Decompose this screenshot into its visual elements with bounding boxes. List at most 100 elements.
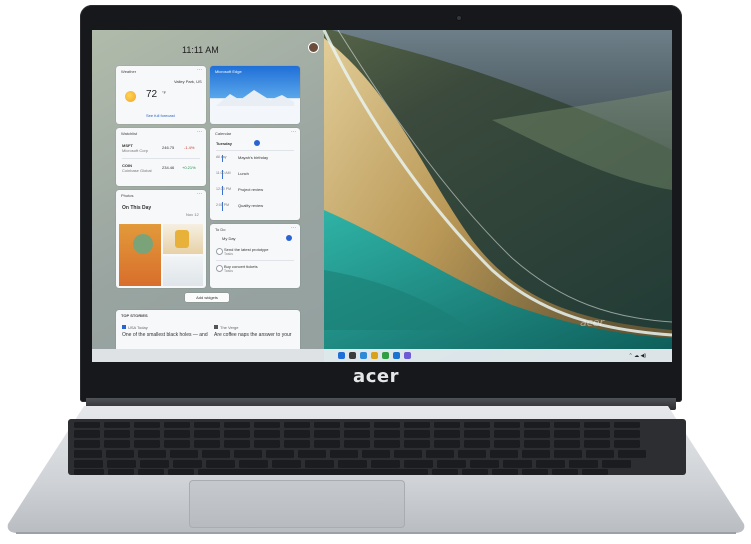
keyboard-key[interactable] xyxy=(584,430,610,437)
keyboard-key[interactable] xyxy=(614,430,640,437)
event-label[interactable]: Mayah's birthday xyxy=(238,155,268,160)
taskbar-app-icon[interactable] xyxy=(338,352,345,359)
news-headline[interactable]: One of the smallest black holes — and xyxy=(122,332,208,338)
keyboard-key[interactable] xyxy=(584,422,610,427)
keyboard-key[interactable] xyxy=(74,440,100,447)
keyboard-key[interactable] xyxy=(138,469,164,474)
keyboard-key[interactable] xyxy=(554,422,580,427)
keyboard-key[interactable] xyxy=(164,440,190,447)
keyboard-key[interactable] xyxy=(362,450,390,457)
taskbar-app-icon[interactable] xyxy=(393,352,400,359)
more-icon[interactable]: ··· xyxy=(197,191,202,197)
taskbar-app-icon[interactable] xyxy=(360,352,367,359)
keyboard-key[interactable] xyxy=(404,440,430,447)
keyboard-key[interactable] xyxy=(202,450,230,457)
keyboard-key[interactable] xyxy=(338,460,367,467)
keyboard-key[interactable] xyxy=(569,460,598,467)
keyboard-key[interactable] xyxy=(494,440,520,447)
keyboard-key[interactable] xyxy=(614,440,640,447)
keyboard-key[interactable] xyxy=(234,450,262,457)
keyboard-key[interactable] xyxy=(434,430,460,437)
keyboard-key[interactable] xyxy=(434,422,460,427)
keyboard-key[interactable] xyxy=(464,430,490,437)
keyboard-key[interactable] xyxy=(464,440,490,447)
todo-widget[interactable]: To Do ··· My Day Send the latest prototy… xyxy=(210,224,300,288)
keyboard-key[interactable] xyxy=(536,460,565,467)
more-icon[interactable]: ··· xyxy=(291,225,296,231)
keyboard-key[interactable] xyxy=(314,422,340,427)
keyboard-key[interactable] xyxy=(206,460,235,467)
news-headline[interactable]: Are coffee naps the answer to your xyxy=(214,332,291,338)
task-checkbox[interactable] xyxy=(216,265,223,272)
edge-widget[interactable]: Microsoft Edge xyxy=(210,66,300,124)
keyboard-key[interactable] xyxy=(584,440,610,447)
task-checkbox[interactable] xyxy=(216,248,223,255)
keyboard-key[interactable] xyxy=(106,450,134,457)
keyboard-key[interactable] xyxy=(134,430,160,437)
keyboard-key[interactable] xyxy=(74,430,100,437)
keyboard-key[interactable] xyxy=(524,440,550,447)
keyboard-key[interactable] xyxy=(284,430,310,437)
keyboard-key[interactable] xyxy=(432,469,458,474)
keyboard-key[interactable] xyxy=(138,450,166,457)
more-icon[interactable]: ··· xyxy=(197,129,202,135)
keyboard-key[interactable] xyxy=(522,450,550,457)
keyboard-key[interactable] xyxy=(524,422,550,427)
keyboard-key[interactable] xyxy=(330,450,358,457)
system-tray-icons[interactable]: ⌃ ☁ ◀) xyxy=(629,353,646,359)
keyboard-key[interactable] xyxy=(524,430,550,437)
keyboard-key[interactable] xyxy=(134,440,160,447)
event-label[interactable]: Project review xyxy=(238,187,263,192)
more-icon[interactable]: ··· xyxy=(197,67,202,73)
trackpad[interactable] xyxy=(189,480,405,528)
todo-list-name[interactable]: My Day xyxy=(222,236,236,241)
keyboard-key[interactable] xyxy=(134,422,160,427)
keyboard-key[interactable] xyxy=(284,440,310,447)
keyboard-key[interactable] xyxy=(470,460,499,467)
photo-thumbnail[interactable] xyxy=(119,224,161,286)
keyboard-key[interactable] xyxy=(305,460,334,467)
keyboard-key[interactable] xyxy=(224,422,250,427)
keyboard-key[interactable] xyxy=(254,430,280,437)
keyboard-key[interactable] xyxy=(314,430,340,437)
keyboard-key[interactable] xyxy=(464,422,490,427)
keyboard-key[interactable] xyxy=(164,422,190,427)
keyboard-key[interactable] xyxy=(254,440,280,447)
keyboard-key[interactable] xyxy=(344,440,370,447)
calendar-widget[interactable]: Calendar ··· Tuesday All day Mayah's bir… xyxy=(210,128,300,220)
keyboard-key[interactable] xyxy=(582,469,608,474)
keyboard-key[interactable] xyxy=(602,460,631,467)
keyboard-key[interactable] xyxy=(522,469,548,474)
keyboard-key[interactable] xyxy=(194,422,220,427)
taskbar-app-icon[interactable] xyxy=(349,352,356,359)
keyboard-key[interactable] xyxy=(194,440,220,447)
keyboard-key[interactable] xyxy=(108,469,134,474)
keyboard-key[interactable] xyxy=(168,469,194,474)
keyboard-key[interactable] xyxy=(344,422,370,427)
photo-thumbnail[interactable] xyxy=(163,256,203,286)
watchlist-widget[interactable]: Watchlist ··· MSFT Microsoft Corp 246.75… xyxy=(116,128,206,186)
keyboard-key[interactable] xyxy=(503,460,532,467)
keyboard-key[interactable] xyxy=(554,440,580,447)
keyboard-key[interactable] xyxy=(394,450,422,457)
keyboard-key[interactable] xyxy=(284,422,310,427)
photo-thumbnail[interactable] xyxy=(163,224,203,254)
keyboard-key[interactable] xyxy=(224,440,250,447)
keyboard-key[interactable] xyxy=(344,430,370,437)
weather-widget[interactable]: Weather ··· 72 °F Valley Park, US See fu… xyxy=(116,66,206,124)
keyboard-key[interactable] xyxy=(104,430,130,437)
keyboard-key[interactable] xyxy=(239,460,268,467)
keyboard-key[interactable] xyxy=(374,440,400,447)
more-icon[interactable]: ··· xyxy=(291,129,296,135)
add-widgets-button[interactable]: Add widgets xyxy=(185,293,229,302)
keyboard-key[interactable] xyxy=(404,460,433,467)
keyboard-key[interactable] xyxy=(554,430,580,437)
keyboard-key[interactable] xyxy=(426,450,454,457)
keyboard-key[interactable] xyxy=(490,450,518,457)
keyboard-key[interactable] xyxy=(224,430,250,437)
keyboard-key[interactable] xyxy=(74,460,103,467)
keyboard-key[interactable] xyxy=(554,450,582,457)
keyboard-key[interactable] xyxy=(104,422,130,427)
keyboard-key[interactable] xyxy=(462,469,488,474)
keyboard-key[interactable] xyxy=(458,450,486,457)
